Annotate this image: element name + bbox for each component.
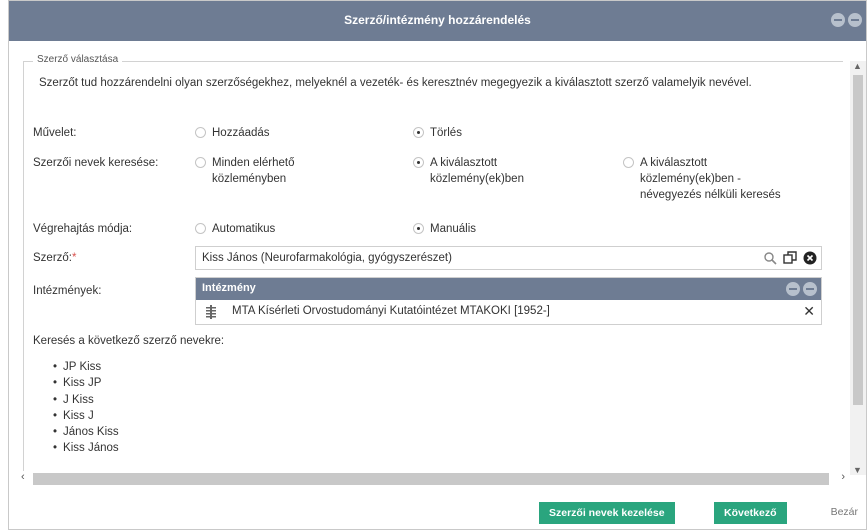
radio-selected-publications-indicator[interactable] xyxy=(413,157,424,168)
vertical-scrollbar[interactable]: ▲ ▼ xyxy=(850,61,866,475)
radio-all-publications[interactable]: Minden elérhető közleményben xyxy=(195,155,294,187)
radio-selected-publications-line1: A kiválasztott xyxy=(430,157,498,169)
radio-add-label: Hozzáadás xyxy=(212,127,270,139)
radio-selected-no-match-indicator[interactable] xyxy=(623,157,634,168)
horizontal-scroll-thumb[interactable] xyxy=(33,473,829,485)
author-field-actions xyxy=(763,251,817,265)
next-button[interactable]: Következő xyxy=(714,502,787,524)
author-value[interactable]: Kiss János (Neurofarmakológia, gyógyszer… xyxy=(202,252,452,264)
list-item: Kiss János xyxy=(53,440,119,456)
radio-selected-no-match-line3: névegyezés nélküli keresés xyxy=(640,189,781,201)
radio-selected-publications-label: A kiválasztott közlemény(ek)ben xyxy=(430,155,524,187)
list-item: JP Kiss xyxy=(53,359,119,375)
institution-name: MTA Kísérleti Orvostudományi Kutatóintéz… xyxy=(232,305,550,317)
clear-icon[interactable] xyxy=(803,251,817,265)
radio-selected-publications[interactable]: A kiválasztott közlemény(ek)ben xyxy=(413,155,524,187)
search-icon[interactable] xyxy=(763,251,777,265)
radio-delete-label: Törlés xyxy=(430,127,462,139)
required-mark: * xyxy=(72,252,77,264)
remove-institution-icon[interactable] xyxy=(803,282,817,296)
operation-label: Művelet: xyxy=(33,127,77,139)
author-label-text: Szerző: xyxy=(33,252,72,264)
scroll-left-icon[interactable]: ‹ xyxy=(21,471,25,483)
radio-automatic-label: Automatikus xyxy=(212,223,276,235)
drag-handle-icon[interactable] xyxy=(206,305,216,319)
horizontal-scrollbar[interactable]: ‹ › xyxy=(19,471,845,487)
scroll-up-icon[interactable]: ▲ xyxy=(853,61,862,71)
close-icon[interactable] xyxy=(848,13,862,27)
institutions-grid-header: Intézmény xyxy=(196,278,821,300)
scroll-right-icon[interactable]: › xyxy=(841,471,845,483)
author-institution-dialog: Szerző/intézmény hozzárendelés Szerző vá… xyxy=(8,0,867,530)
radio-all-publications-line2: közleményben xyxy=(212,173,287,185)
list-item: Kiss JP xyxy=(53,375,119,391)
radio-all-publications-indicator[interactable] xyxy=(195,157,206,168)
radio-selected-no-match-line2: közlemény(ek)ben - xyxy=(640,173,741,185)
table-row[interactable]: MTA Kísérleti Orvostudományi Kutatóintéz… xyxy=(196,300,821,324)
vertical-scroll-thumb[interactable] xyxy=(853,75,863,405)
copy-icon[interactable] xyxy=(783,251,797,265)
radio-automatic[interactable]: Automatikus xyxy=(195,221,275,237)
radio-all-publications-line1: Minden elérhető xyxy=(212,157,295,169)
radio-selected-no-match-label: A kiválasztott közlemény(ek)ben - névegy… xyxy=(640,155,781,203)
section-description: Szerzőt tud hozzárendelni olyan szerzősé… xyxy=(39,77,752,89)
radio-manual[interactable]: Manuális xyxy=(413,221,476,237)
remove-row-icon[interactable]: ✕ xyxy=(803,303,815,320)
dialog-titlebar: Szerző/intézmény hozzárendelés xyxy=(9,1,866,41)
radio-all-publications-label: Minden elérhető közleményben xyxy=(212,155,294,187)
radio-automatic-indicator[interactable] xyxy=(195,223,206,234)
institutions-column-header: Intézmény xyxy=(202,282,256,294)
radio-add-indicator[interactable] xyxy=(195,127,206,138)
institutions-grid-controls xyxy=(786,282,817,296)
name-search-label: Szerzői nevek keresése: xyxy=(33,157,159,169)
author-label: Szerző:* xyxy=(33,252,76,264)
list-item: J Kiss xyxy=(53,392,119,408)
radio-delete-indicator[interactable] xyxy=(413,127,424,138)
minimize-icon[interactable] xyxy=(831,13,845,27)
author-field[interactable]: Kiss János (Neurofarmakológia, gyógyszer… xyxy=(195,246,822,270)
search-names-list: JP Kiss Kiss JP J Kiss Kiss J János Kiss… xyxy=(53,359,119,457)
dialog-footer: Szerzői nevek kezelése Következő Bezár xyxy=(9,496,866,530)
fieldset-legend: Szerző választása xyxy=(33,54,123,65)
list-item: János Kiss xyxy=(53,424,119,440)
radio-manual-label: Manuális xyxy=(430,223,477,235)
add-institution-icon[interactable] xyxy=(786,282,800,296)
radio-selected-no-match[interactable]: A kiválasztott közlemény(ek)ben - névegy… xyxy=(623,155,781,203)
manage-author-names-button[interactable]: Szerzői nevek kezelése xyxy=(539,502,675,524)
close-button[interactable]: Bezár xyxy=(831,506,858,518)
radio-selected-no-match-line1: A kiválasztott xyxy=(640,157,708,169)
scroll-down-icon[interactable]: ▼ xyxy=(853,465,862,475)
list-item: Kiss J xyxy=(53,408,119,424)
dialog-title: Szerző/intézmény hozzárendelés xyxy=(344,13,531,27)
radio-add[interactable]: Hozzáadás xyxy=(195,125,270,141)
institutions-label: Intézmények: xyxy=(33,285,102,297)
titlebar-controls xyxy=(831,13,862,27)
radio-selected-publications-line2: közlemény(ek)ben xyxy=(430,173,524,185)
institutions-grid: Intézmény MTA Kísérleti Orvostudományi K… xyxy=(195,277,822,325)
execution-label: Végrehajtás módja: xyxy=(33,223,133,235)
dialog-content: Szerző választása Szerzőt tud hozzárende… xyxy=(9,41,852,471)
radio-manual-indicator[interactable] xyxy=(413,223,424,234)
search-names-label: Keresés a következő szerző nevekre: xyxy=(33,335,225,347)
radio-delete[interactable]: Törlés xyxy=(413,125,462,141)
